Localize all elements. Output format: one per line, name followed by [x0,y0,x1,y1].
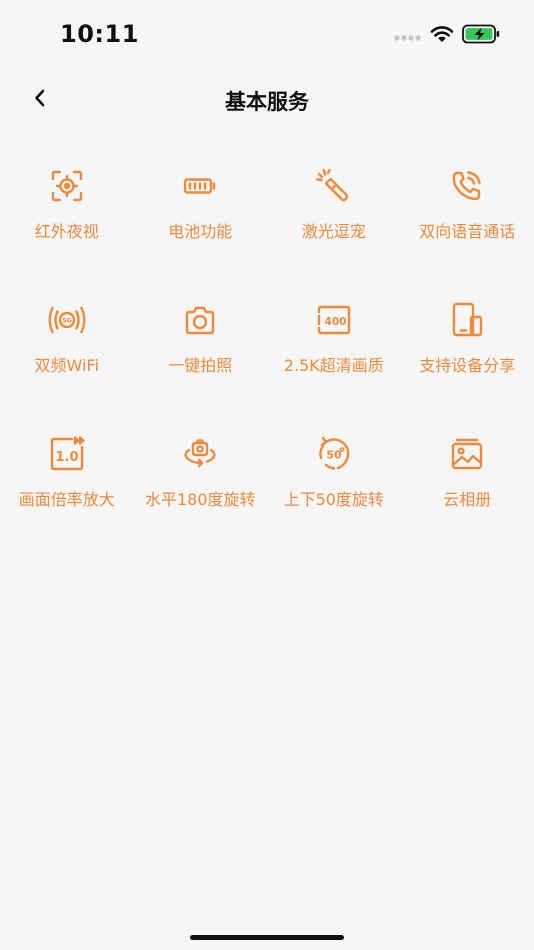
service-label: 2.5K超清画质 [283,356,384,375]
service-label: 支持设备分享 [419,356,516,375]
service-label: 电池功能 [168,222,233,241]
service-item-vertical-rotate[interactable]: 50 上下50度旋转 [267,418,401,552]
navigation-bar: 基本服务 [0,72,534,128]
service-item-night-vision[interactable]: 红外夜视 [0,150,134,284]
voice-call-icon [447,166,487,206]
service-label: 画面倍率放大 [18,490,115,509]
resolution-400-icon: 400 [314,300,354,340]
battery-icon [180,166,220,206]
svg-text:400: 400 [324,316,346,328]
service-label: 红外夜视 [34,222,99,241]
status-bar: 10:11 [0,0,534,70]
home-indicator[interactable] [190,935,344,940]
wifi-icon [430,25,454,47]
laser-pointer-icon [314,166,354,206]
service-item-laser-pet[interactable]: 激光逗宠 [267,150,401,284]
service-item-snapshot[interactable]: 一键拍照 [134,284,268,418]
horizontal-rotate-icon [180,434,220,474]
battery-charging-icon [462,24,500,48]
svg-text:1.0: 1.0 [55,450,78,465]
zoom-1x-icon: 1.0 [47,434,87,474]
service-grid: 红外夜视 电池功能 激光逗宠 双向语音通话 5G 双频WiFi 一键拍照 400… [0,150,534,552]
vertical-rotate-50-icon: 50 [314,434,354,474]
svg-text:50: 50 [326,449,342,462]
service-item-2-5k[interactable]: 400 2.5K超清画质 [267,284,401,418]
service-label: 激光逗宠 [301,222,366,241]
status-icons [394,24,500,48]
device-share-icon [447,300,487,340]
service-label: 云相册 [443,490,492,509]
signal-dots-icon [394,27,422,46]
service-label: 水平180度旋转 [144,490,256,509]
svg-text:5G: 5G [62,316,72,324]
service-label: 一键拍照 [168,356,233,375]
night-vision-icon [47,166,87,206]
service-item-dual-band-wifi[interactable]: 5G 双频WiFi [0,284,134,418]
service-label: 双向语音通话 [419,222,516,241]
service-item-zoom[interactable]: 1.0 画面倍率放大 [0,418,134,552]
service-item-device-share[interactable]: 支持设备分享 [401,284,534,418]
service-item-cloud-album[interactable]: 云相册 [401,418,534,552]
service-item-voice-call[interactable]: 双向语音通话 [401,150,534,284]
cloud-album-icon [447,434,487,474]
status-time: 10:11 [60,20,139,48]
service-item-battery[interactable]: 电池功能 [134,150,268,284]
camera-icon [180,300,220,340]
service-label: 上下50度旋转 [283,490,384,509]
wifi-5g-icon: 5G [47,300,87,340]
service-label: 双频WiFi [34,356,99,375]
service-item-horizontal-rotate[interactable]: 水平180度旋转 [134,418,268,552]
page-title: 基本服务 [225,90,309,114]
